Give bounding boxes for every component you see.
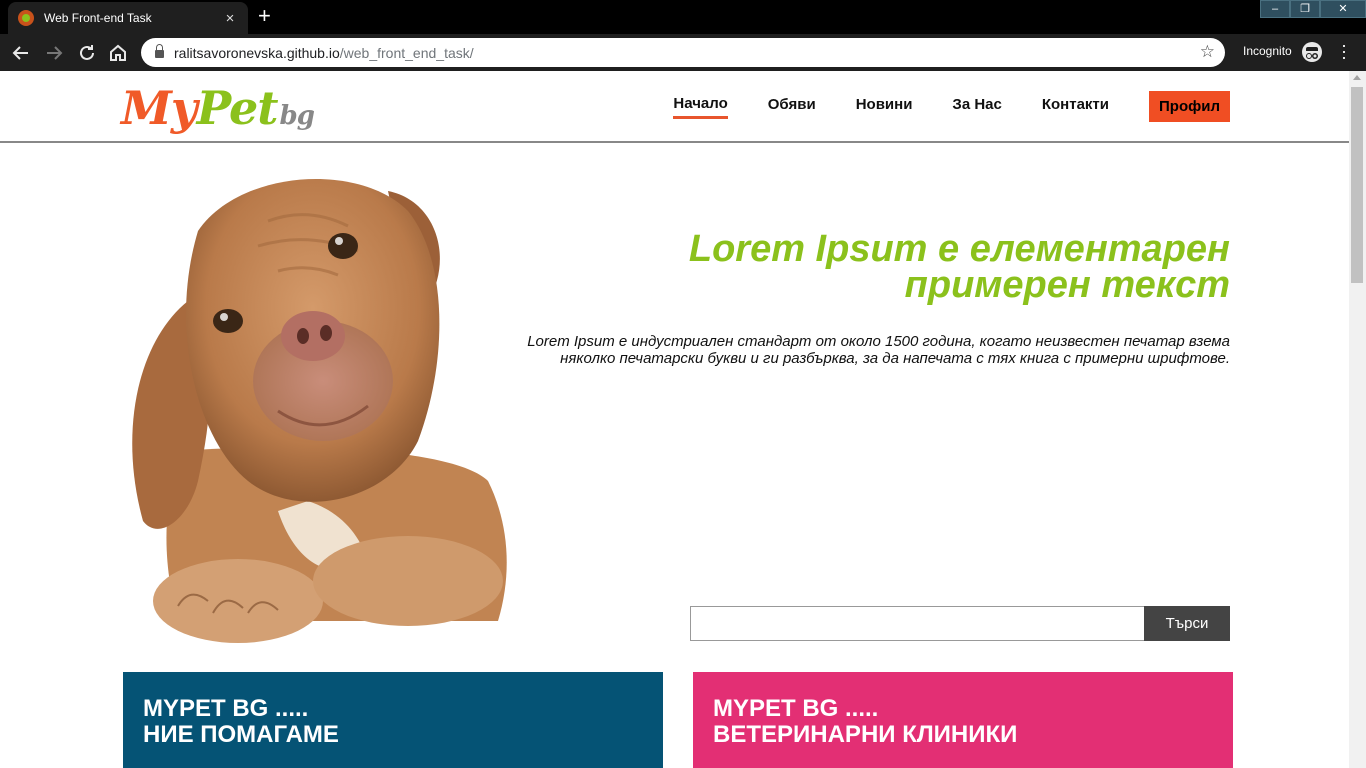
- url-path: /web_front_end_task/: [339, 44, 474, 61]
- site-header: MyPetbg Начало Обяви Новини За Нас Конта…: [0, 71, 1349, 143]
- page-scrollbar[interactable]: [1349, 71, 1366, 768]
- incognito-icon[interactable]: [1302, 42, 1322, 62]
- card-vet-clinics[interactable]: MYPET BG ..... ВЕТЕРИНАРНИ КЛИНИКИ: [693, 672, 1233, 768]
- card-title-line1: MYPET BG .....: [713, 695, 879, 722]
- nav-item-listings[interactable]: Обяви: [768, 96, 816, 117]
- card-title-line1: MYPET BG .....: [143, 695, 309, 722]
- restore-button[interactable]: ❐: [1290, 0, 1320, 18]
- url-host: ralitsavoronevska.github.io: [174, 44, 340, 61]
- nav-item-home[interactable]: Начало: [673, 95, 728, 119]
- scroll-thumb[interactable]: [1351, 87, 1363, 283]
- window-controls: – ❐ ✕: [1260, 0, 1366, 18]
- nav-item-contacts[interactable]: Контакти: [1042, 96, 1109, 117]
- hero-title: Lorem Ipsum е елементарен примерен текст: [688, 228, 1230, 306]
- address-bar[interactable]: ralitsavoronevska.github.io/web_front_en…: [141, 38, 1225, 67]
- forward-arrow-icon[interactable]: [42, 41, 66, 65]
- lock-icon: [155, 44, 164, 58]
- tab-close-icon[interactable]: ×: [222, 10, 238, 27]
- scroll-up-icon[interactable]: [1353, 75, 1361, 80]
- main-nav: Начало Обяви Новини За Нас Контакти Проф…: [633, 91, 1230, 122]
- card-we-help[interactable]: MYPET BG ..... НИЕ ПОМАГАМЕ: [123, 672, 663, 768]
- new-tab-button[interactable]: +: [258, 5, 271, 27]
- star-icon[interactable]: ☆: [1200, 42, 1215, 62]
- card-title-line2: ВЕТЕРИНАРНИ КЛИНИКИ: [713, 721, 1018, 748]
- hero-description: Lorem Ipsum е индустриален стандарт от о…: [527, 333, 1230, 367]
- profile-button[interactable]: Профил: [1149, 91, 1230, 122]
- nav-item-news[interactable]: Новини: [856, 96, 913, 117]
- incognito-label: Incognito: [1243, 44, 1292, 58]
- menu-icon[interactable]: · · ·: [1336, 36, 1352, 66]
- nav-item-about[interactable]: За Нас: [952, 96, 1001, 117]
- page-viewport: MyPetbg Начало Обяви Новини За Нас Конта…: [0, 71, 1349, 768]
- favicon-icon: [18, 10, 34, 26]
- close-window-button[interactable]: ✕: [1320, 0, 1366, 18]
- minimize-button[interactable]: –: [1260, 0, 1290, 18]
- search-input[interactable]: [690, 606, 1145, 641]
- home-icon[interactable]: [106, 41, 130, 65]
- browser-tab[interactable]: Web Front-end Task ×: [8, 2, 248, 34]
- tab-title: Web Front-end Task: [44, 11, 152, 25]
- back-arrow-icon[interactable]: [9, 41, 33, 65]
- search-button[interactable]: Търси: [1144, 606, 1230, 641]
- card-title-line2: НИЕ ПОМАГАМЕ: [143, 721, 339, 748]
- site-logo[interactable]: MyPetbg: [121, 81, 315, 135]
- puppy-image: [132, 178, 507, 643]
- tab-strip: Web Front-end Task × + – ❐ ✕: [0, 0, 1366, 34]
- reload-icon[interactable]: [75, 41, 99, 65]
